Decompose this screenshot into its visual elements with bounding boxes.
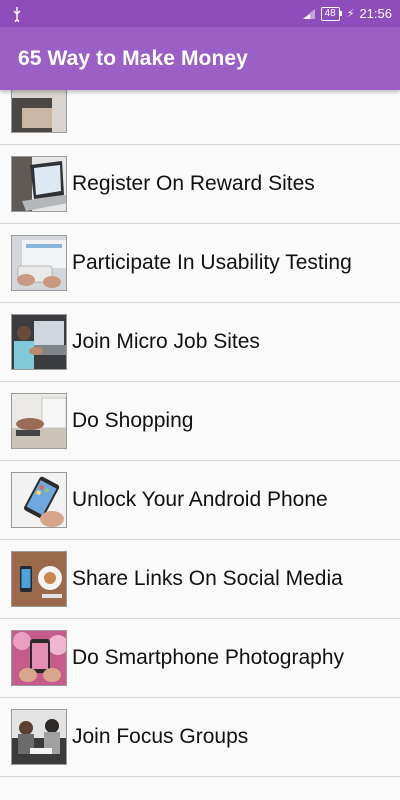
list-item[interactable]: Join Micro Job Sites: [0, 303, 400, 382]
status-bar: 48 ⚡ 21:56: [0, 0, 400, 27]
list-item-label: Participate In Usability Testing: [72, 251, 352, 274]
social-media-thumbnail: [11, 551, 67, 607]
list-item[interactable]: Unlock Your Android Phone: [0, 461, 400, 540]
list-item-label: Do Shopping: [72, 409, 194, 432]
partial-item-thumbnail: [11, 90, 67, 133]
app-title: 65 Way to Make Money: [18, 46, 248, 70]
list-item[interactable]: Register On Reward Sites: [0, 145, 400, 224]
signal-icon: [302, 8, 316, 20]
list-item[interactable]: Participate In Usability Testing: [0, 224, 400, 303]
list-item-label: Join Focus Groups: [72, 725, 249, 748]
list-item-label: Do Smartphone Photography: [72, 646, 345, 669]
methods-list[interactable]: Register On Reward Sites Participate In …: [0, 90, 400, 800]
battery-level: 48: [320, 6, 342, 21]
smartphone-photography-thumbnail: [11, 630, 67, 686]
list-item[interactable]: [0, 90, 400, 145]
shopping-thumbnail: [11, 393, 67, 449]
clock: 21:56: [359, 6, 392, 21]
usability-testing-thumbnail: [11, 235, 67, 291]
micro-job-thumbnail: [11, 314, 67, 370]
list-item-label: Unlock Your Android Phone: [72, 488, 328, 511]
list-item-label: Register On Reward Sites: [72, 172, 315, 195]
list-item[interactable]: Join Focus Groups: [0, 698, 400, 777]
list-item[interactable]: Do Smartphone Photography: [0, 619, 400, 698]
list-item[interactable]: Share Links On Social Media: [0, 540, 400, 619]
usb-icon: [10, 6, 24, 24]
focus-groups-thumbnail: [11, 709, 67, 765]
app-bar: 65 Way to Make Money: [0, 27, 400, 90]
laptop-thumbnail: [11, 156, 67, 212]
android-phone-thumbnail: [11, 472, 67, 528]
charging-bolt-icon: ⚡: [346, 8, 355, 20]
list-item[interactable]: Do Shopping: [0, 382, 400, 461]
list-item-label: Join Micro Job Sites: [72, 330, 260, 353]
list-item-label: Share Links On Social Media: [72, 567, 343, 590]
